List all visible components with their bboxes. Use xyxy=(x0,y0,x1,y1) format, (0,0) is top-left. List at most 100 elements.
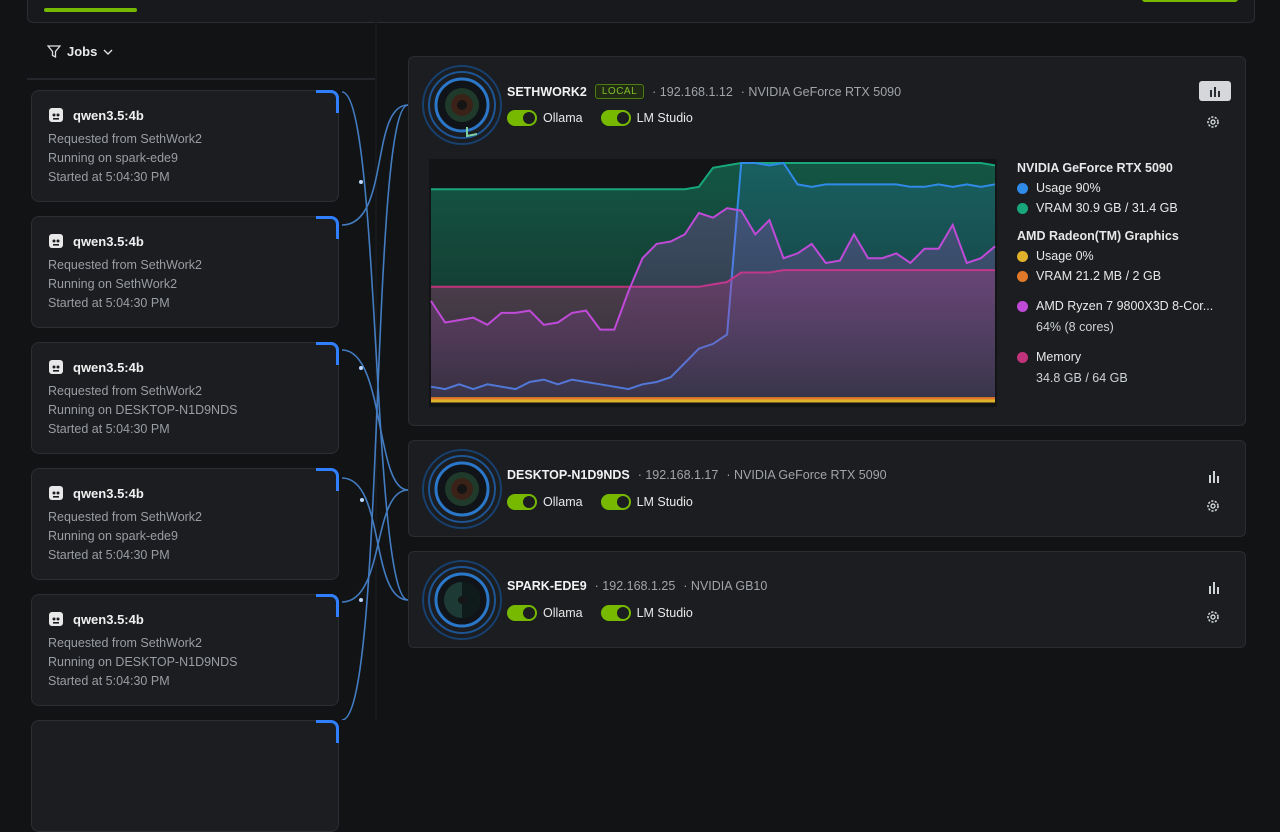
toggle-label: Ollama xyxy=(543,495,583,509)
job-model: qwen3.5:4b xyxy=(73,233,144,249)
job-model: qwen3.5:4b xyxy=(73,107,144,123)
toggle-label: Ollama xyxy=(543,111,583,125)
legend-nvidia-title: NVIDIA GeForce RTX 5090 xyxy=(1017,161,1173,175)
machine-name: SETHWORK2 xyxy=(507,84,587,99)
lm-studio-toggle[interactable]: LM Studio xyxy=(600,110,693,126)
job-requested: Requested from SethWork2 xyxy=(48,636,203,650)
toggle-label: LM Studio xyxy=(636,495,693,509)
legend-dot xyxy=(1017,251,1028,262)
local-badge: LOCAL xyxy=(594,84,645,99)
toggle-switch[interactable] xyxy=(600,110,631,126)
lm-studio-toggle[interactable]: LM Studio xyxy=(600,494,693,510)
machine-avatar xyxy=(422,449,502,529)
job-running: Running on DESKTOP-N1D9NDS xyxy=(48,403,238,417)
toggle-switch[interactable] xyxy=(507,494,537,510)
machine-card-desktop: DESKTOP-N1D9NDS · 192.168.1.17 · NVIDIA … xyxy=(408,440,1246,537)
gear-icon[interactable] xyxy=(1205,609,1221,625)
usage-chart-svg xyxy=(430,161,996,403)
legend-amd-usage: Usage 0% xyxy=(1036,249,1094,263)
legend-nvidia-vram: VRAM 30.9 GB / 31.4 GB xyxy=(1036,201,1178,215)
ollama-toggle[interactable]: Ollama xyxy=(507,110,583,126)
legend-dot xyxy=(1017,271,1028,282)
machine-card-sethwork2: SETHWORK2 LOCAL · 192.168.1.12 · NVIDIA … xyxy=(408,56,1246,426)
toggle-switch[interactable] xyxy=(600,605,631,621)
job-started: Started at 5:04:30 PM xyxy=(48,674,170,688)
machine-gpu: · NVIDIA GeForce RTX 5090 xyxy=(726,468,887,482)
machine-ip: · 192.168.1.12 xyxy=(652,84,733,99)
legend-nvidia-usage: Usage 90% xyxy=(1036,181,1101,195)
chevron-down-icon xyxy=(103,49,113,55)
ollama-toggle[interactable]: Ollama xyxy=(507,605,583,621)
jobs-divider xyxy=(27,78,375,80)
toggle-label: LM Studio xyxy=(636,606,693,620)
legend-amd-title: AMD Radeon(TM) Graphics xyxy=(1017,229,1179,243)
legend-mem-title: Memory xyxy=(1036,350,1082,364)
legend-cpu-sub: 64% (8 cores) xyxy=(1036,320,1114,334)
ollama-icon xyxy=(49,234,63,248)
bar-chart-icon xyxy=(1210,87,1220,97)
job-requested: Requested from SethWork2 xyxy=(48,510,203,524)
job-model: qwen3.5:4b xyxy=(73,485,144,501)
card-accent xyxy=(316,216,339,239)
job-started: Started at 5:04:30 PM xyxy=(48,170,170,184)
job-requested: Requested from SethWork2 xyxy=(48,132,203,146)
toggle-label: LM Studio xyxy=(636,111,693,125)
jobs-filter-button[interactable]: Jobs xyxy=(47,44,113,59)
card-accent xyxy=(316,594,339,617)
card-accent xyxy=(316,90,339,113)
job-model: qwen3.5:4b xyxy=(73,611,144,627)
toggle-switch[interactable] xyxy=(600,494,631,510)
job-running: Running on SethWork2 xyxy=(48,277,178,291)
machine-avatar xyxy=(422,65,502,145)
gear-icon[interactable] xyxy=(1205,498,1221,514)
ollama-icon xyxy=(49,108,63,122)
ollama-icon xyxy=(49,360,63,374)
job-model: qwen3.5:4b xyxy=(73,359,144,375)
bar-chart-icon[interactable] xyxy=(1207,469,1221,483)
machine-name: DESKTOP-N1D9NDS xyxy=(507,468,630,482)
legend-mem-sub: 34.8 GB / 64 GB xyxy=(1036,371,1128,385)
card-accent xyxy=(316,468,339,491)
legend-dot xyxy=(1017,183,1028,194)
job-started: Started at 5:04:30 PM xyxy=(48,296,170,310)
toggle-switch[interactable] xyxy=(507,605,537,621)
job-running: Running on spark-ede9 xyxy=(48,151,178,165)
toggle-switch[interactable] xyxy=(507,110,537,126)
job-card[interactable]: qwen3.5:4b Requested from SethWork2 Runn… xyxy=(31,594,339,706)
lm-studio-toggle[interactable]: LM Studio xyxy=(600,605,693,621)
legend-cpu-title: AMD Ryzen 7 9800X3D 8-Cor... xyxy=(1036,299,1214,313)
job-card[interactable]: qwen3.5:4b Requested from SethWork2 Runn… xyxy=(31,468,339,580)
legend-dot xyxy=(1017,301,1028,312)
job-card[interactable]: qwen3.5:4b Requested from SethWork2 Runn… xyxy=(31,216,339,328)
jobs-panel: Jobs qwen3.5:4b Requested from SethWork2… xyxy=(27,30,375,832)
machine-card-spark: SPARK-EDE9 · 192.168.1.25 · NVIDIA GB10 … xyxy=(408,551,1246,648)
ollama-toggle[interactable]: Ollama xyxy=(507,494,583,510)
job-card[interactable]: qwen3.5:4b Requested from SethWork2 Runn… xyxy=(31,342,339,454)
job-started: Started at 5:04:30 PM xyxy=(48,548,170,562)
machine-ip: · 192.168.1.17 xyxy=(637,468,719,482)
gear-icon[interactable] xyxy=(1205,114,1221,130)
ollama-icon xyxy=(49,612,63,626)
machine-gpu: · NVIDIA GeForce RTX 5090 xyxy=(740,84,902,99)
usage-legend: NVIDIA GeForce RTX 5090 Usage 90% VRAM 3… xyxy=(1017,161,1232,391)
job-running: Running on spark-ede9 xyxy=(48,529,178,543)
bar-chart-icon[interactable] xyxy=(1207,580,1221,594)
job-started: Started at 5:04:30 PM xyxy=(48,422,170,436)
job-requested: Requested from SethWork2 xyxy=(48,384,203,398)
machine-ip: · 192.168.1.25 xyxy=(594,579,676,593)
stats-button[interactable] xyxy=(1199,81,1231,101)
usage-chart xyxy=(429,159,997,407)
job-card[interactable]: qwen3.5:4b Requested from SethWork2 Runn… xyxy=(31,90,339,202)
legend-amd-vram: VRAM 21.2 MB / 2 GB xyxy=(1036,269,1162,283)
machine-gpu: · NVIDIA GB10 xyxy=(683,579,768,593)
machine-name: SPARK-EDE9 xyxy=(507,579,587,593)
job-card[interactable] xyxy=(31,720,339,832)
card-accent xyxy=(316,342,339,365)
legend-dot xyxy=(1017,203,1028,214)
legend-dot xyxy=(1017,352,1028,363)
job-requested: Requested from SethWork2 xyxy=(48,258,203,272)
card-accent xyxy=(316,720,339,743)
toggle-label: Ollama xyxy=(543,606,583,620)
machine-avatar xyxy=(422,560,502,640)
jobs-filter-label: Jobs xyxy=(67,44,98,59)
